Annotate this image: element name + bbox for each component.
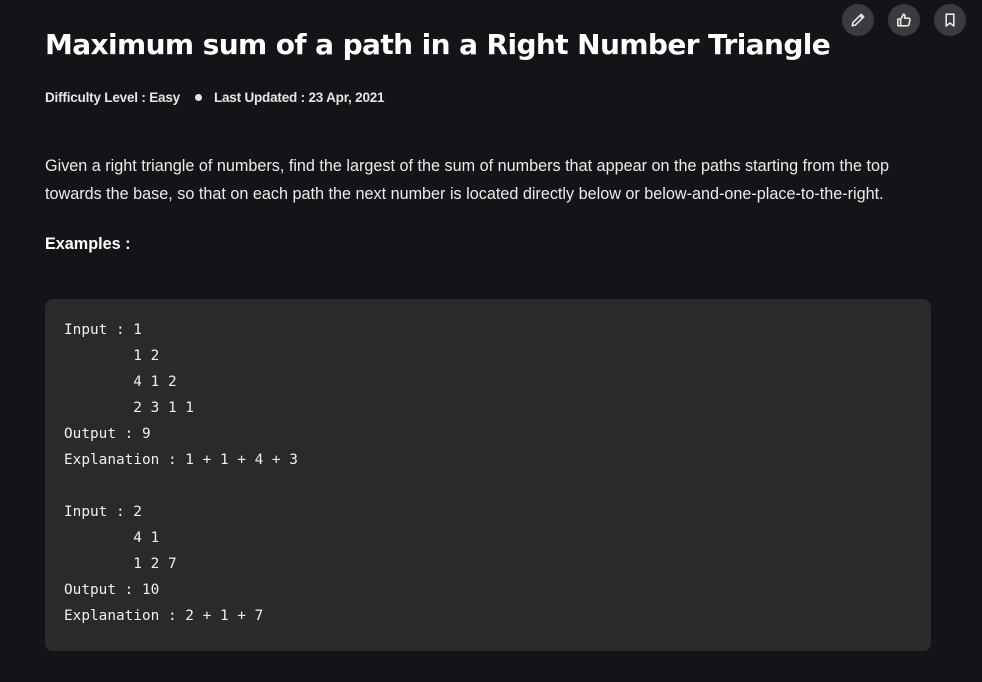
- last-updated: Last Updated : 23 Apr, 2021: [213, 90, 385, 105]
- article-meta: Difficulty Level : Easy Last Updated : 2…: [45, 90, 385, 105]
- difficulty-level: Difficulty Level : Easy: [45, 90, 180, 105]
- bookmark-button[interactable]: [934, 4, 966, 36]
- thumbs-up-icon: [896, 13, 911, 27]
- examples-heading: Examples :: [45, 235, 131, 253]
- article-actions: [842, 4, 966, 36]
- article-page: Maximum sum of a path in a Right Number …: [0, 0, 982, 682]
- problem-description: Given a right triangle of numbers, find …: [45, 157, 890, 203]
- article-title: Maximum sum of a path in a Right Number …: [45, 28, 831, 61]
- like-button[interactable]: [888, 4, 920, 36]
- pencil-icon: [851, 13, 865, 27]
- bookmark-icon: [945, 13, 955, 27]
- examples-code-block[interactable]: Input : 1 1 2 4 1 2 2 3 1 1 Output : 9 E…: [45, 299, 931, 651]
- edit-button[interactable]: [842, 4, 874, 36]
- meta-separator-dot: [194, 94, 202, 101]
